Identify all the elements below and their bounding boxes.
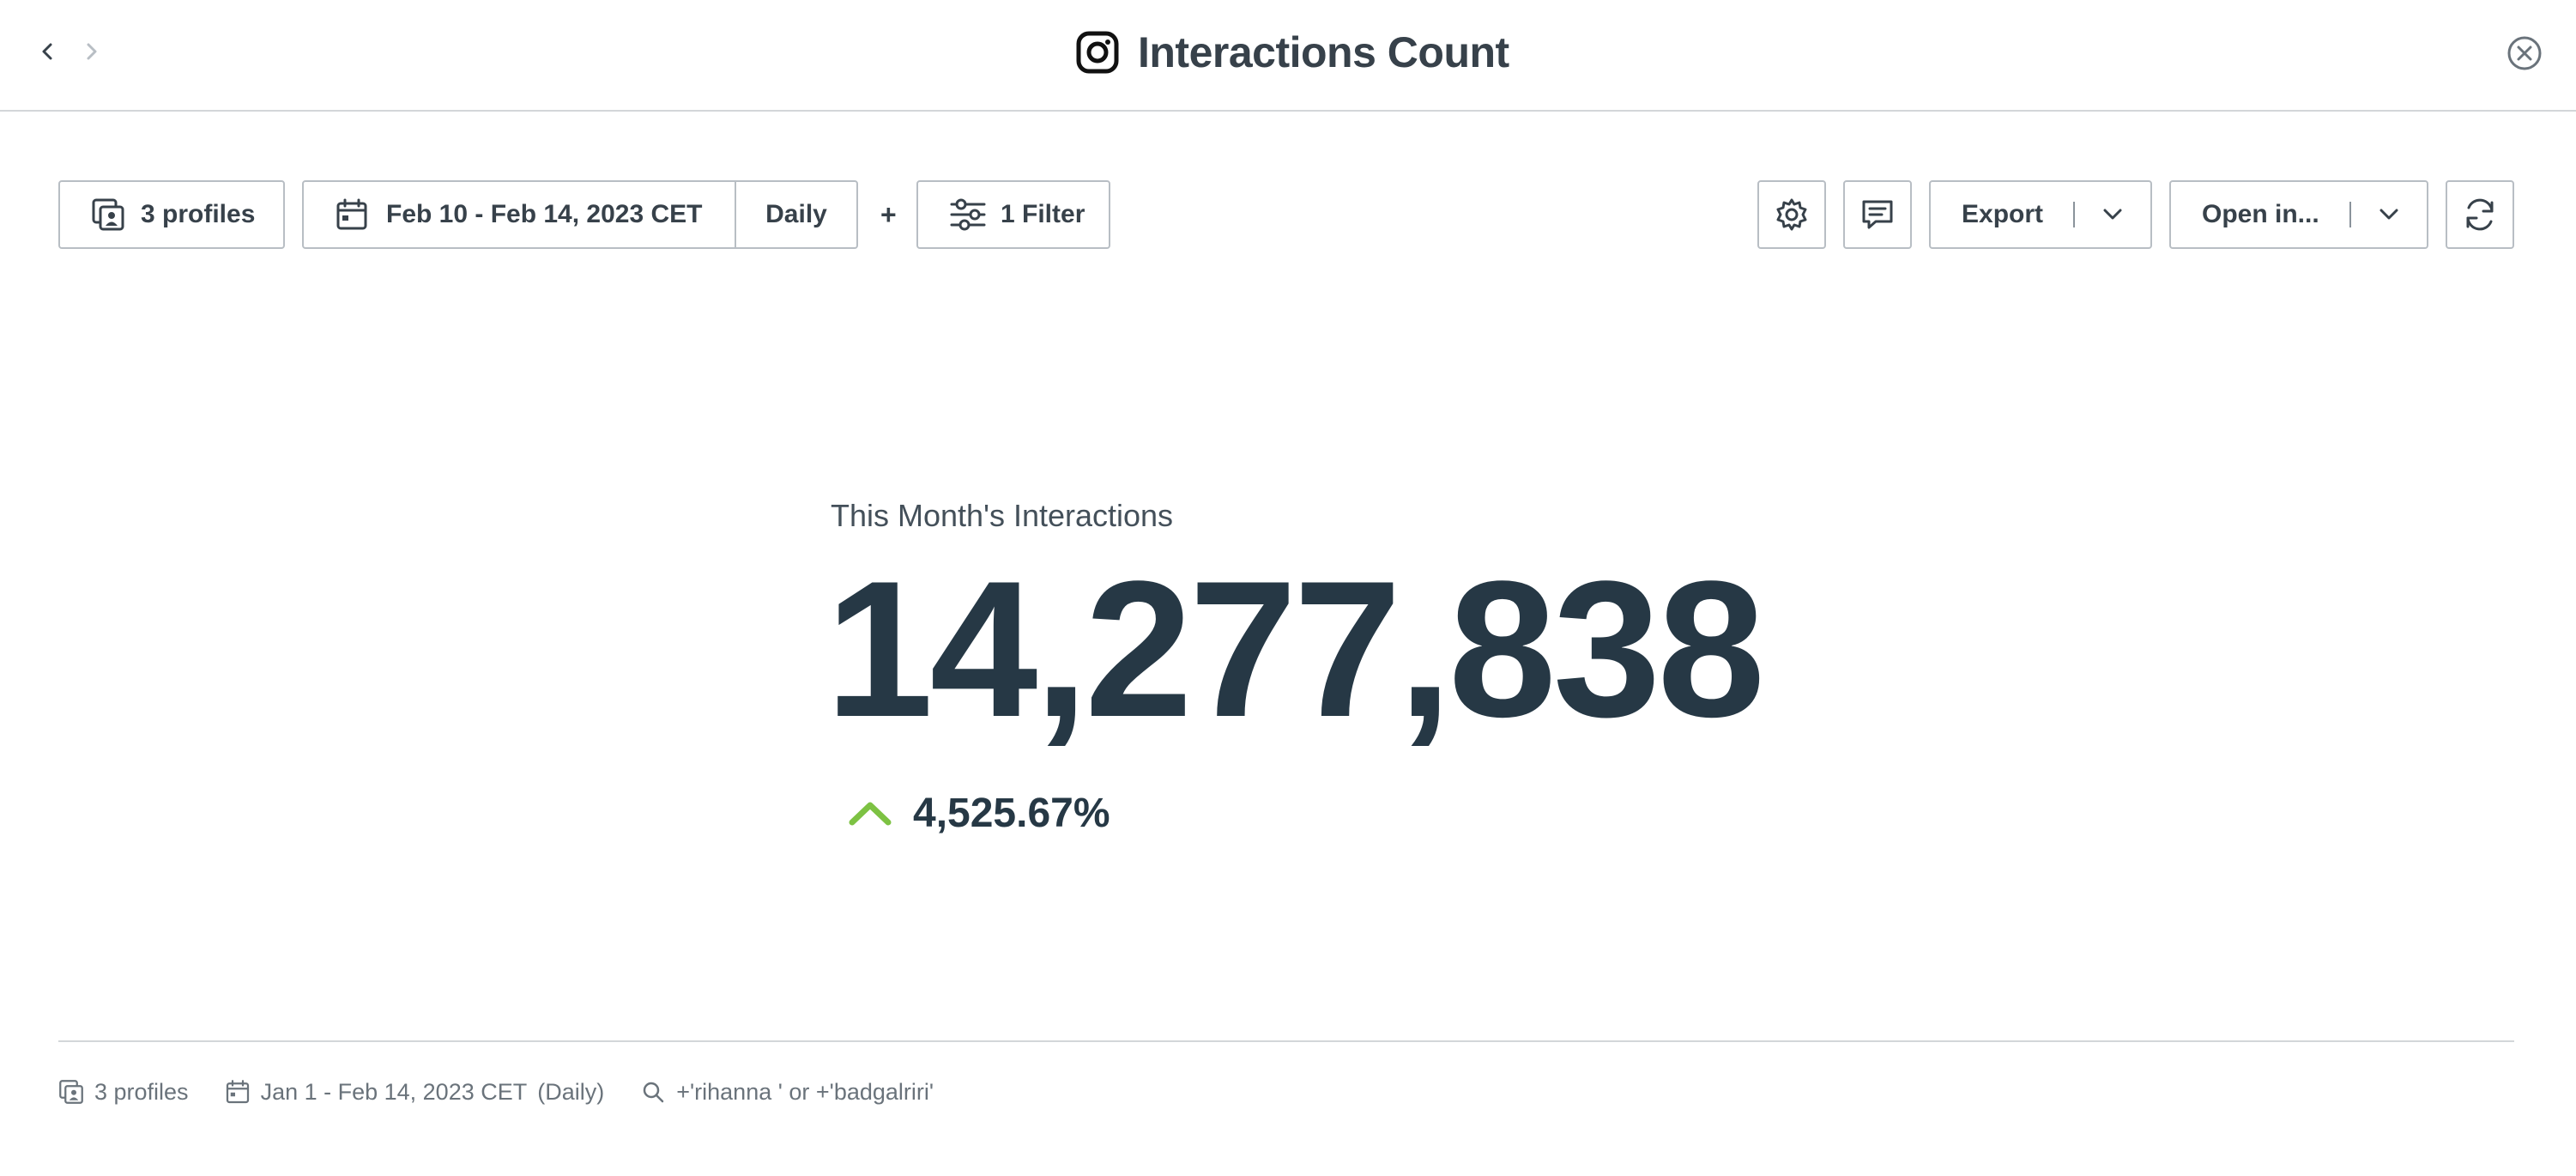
- settings-button[interactable]: [1757, 180, 1826, 249]
- filter-label: 1 Filter: [1001, 200, 1085, 228]
- open-in-label[interactable]: Open in...: [2171, 200, 2349, 229]
- add-filter-plus[interactable]: +: [880, 199, 897, 231]
- export-button[interactable]: Export: [1929, 180, 2152, 249]
- footer-summary: 3 profiles Jan 1 - Feb 14, 2023 CET (Dai…: [58, 1073, 970, 1111]
- refresh-button[interactable]: [2446, 180, 2514, 249]
- date-range-control[interactable]: Feb 10 - Feb 14, 2023 CET Daily: [302, 180, 858, 249]
- chevron-down-icon: [2103, 209, 2122, 220]
- profiles-button[interactable]: 3 profiles: [58, 180, 285, 249]
- granularity-button[interactable]: Daily: [736, 182, 856, 247]
- footer-granularity: (Daily): [537, 1078, 605, 1105]
- sliders-icon: [950, 198, 986, 231]
- page-title-group: Interactions Count: [1074, 26, 1509, 79]
- change-indicator: 4,525.67%: [848, 783, 1110, 843]
- header-bar: Interactions Count: [0, 0, 2576, 112]
- date-range-button[interactable]: Feb 10 - Feb 14, 2023 CET: [304, 182, 736, 247]
- footer-query: +'rihanna ' or +'badgalriri': [640, 1079, 934, 1106]
- granularity-label: Daily: [765, 200, 827, 228]
- arrow-up-icon: [849, 802, 892, 826]
- instagram-icon: [1076, 31, 1119, 74]
- footer-query-label: +'rihanna ' or +'badgalriri': [676, 1078, 934, 1105]
- refresh-icon: [2466, 198, 2494, 231]
- chevron-down-icon: [2379, 209, 2398, 220]
- open-in-button[interactable]: Open in...: [2169, 180, 2428, 249]
- calendar-icon: [226, 1080, 249, 1104]
- metric-label: This Month's Interactions: [831, 498, 1174, 533]
- profiles-icon: [59, 1080, 83, 1104]
- export-dropdown-toggle[interactable]: [2075, 203, 2150, 226]
- chevron-left-icon: [42, 43, 52, 60]
- chevron-right-icon: [87, 43, 97, 60]
- filter-button[interactable]: 1 Filter: [916, 180, 1110, 249]
- close-icon: [2507, 36, 2542, 70]
- change-value: 4,525.67%: [913, 790, 1110, 836]
- metric-value: 14,277,838: [825, 540, 1765, 757]
- open-in-dropdown-toggle[interactable]: [2351, 203, 2427, 226]
- comment-icon: [1862, 200, 1893, 229]
- footer-date: Jan 1 - Feb 14, 2023 CET (Daily): [225, 1078, 605, 1106]
- calendar-icon: [336, 198, 367, 230]
- footer-profiles: 3 profiles: [58, 1079, 189, 1106]
- footer-profiles-label: 3 profiles: [94, 1078, 189, 1105]
- page-title: Interactions Count: [1138, 28, 1509, 76]
- footer-date-label: Jan 1 - Feb 14, 2023 CET: [260, 1078, 528, 1105]
- profiles-icon: [92, 198, 124, 231]
- profiles-label: 3 profiles: [141, 200, 256, 228]
- forward-button[interactable]: [74, 34, 108, 69]
- search-icon: [643, 1082, 664, 1103]
- date-range-label: Feb 10 - Feb 14, 2023 CET: [386, 200, 703, 228]
- close-button[interactable]: [2504, 33, 2545, 74]
- export-label[interactable]: Export: [1931, 200, 2073, 229]
- footer-divider: [58, 1040, 2514, 1042]
- comments-button[interactable]: [1843, 180, 1912, 249]
- back-button[interactable]: [31, 34, 65, 69]
- gear-icon: [1776, 198, 1807, 231]
